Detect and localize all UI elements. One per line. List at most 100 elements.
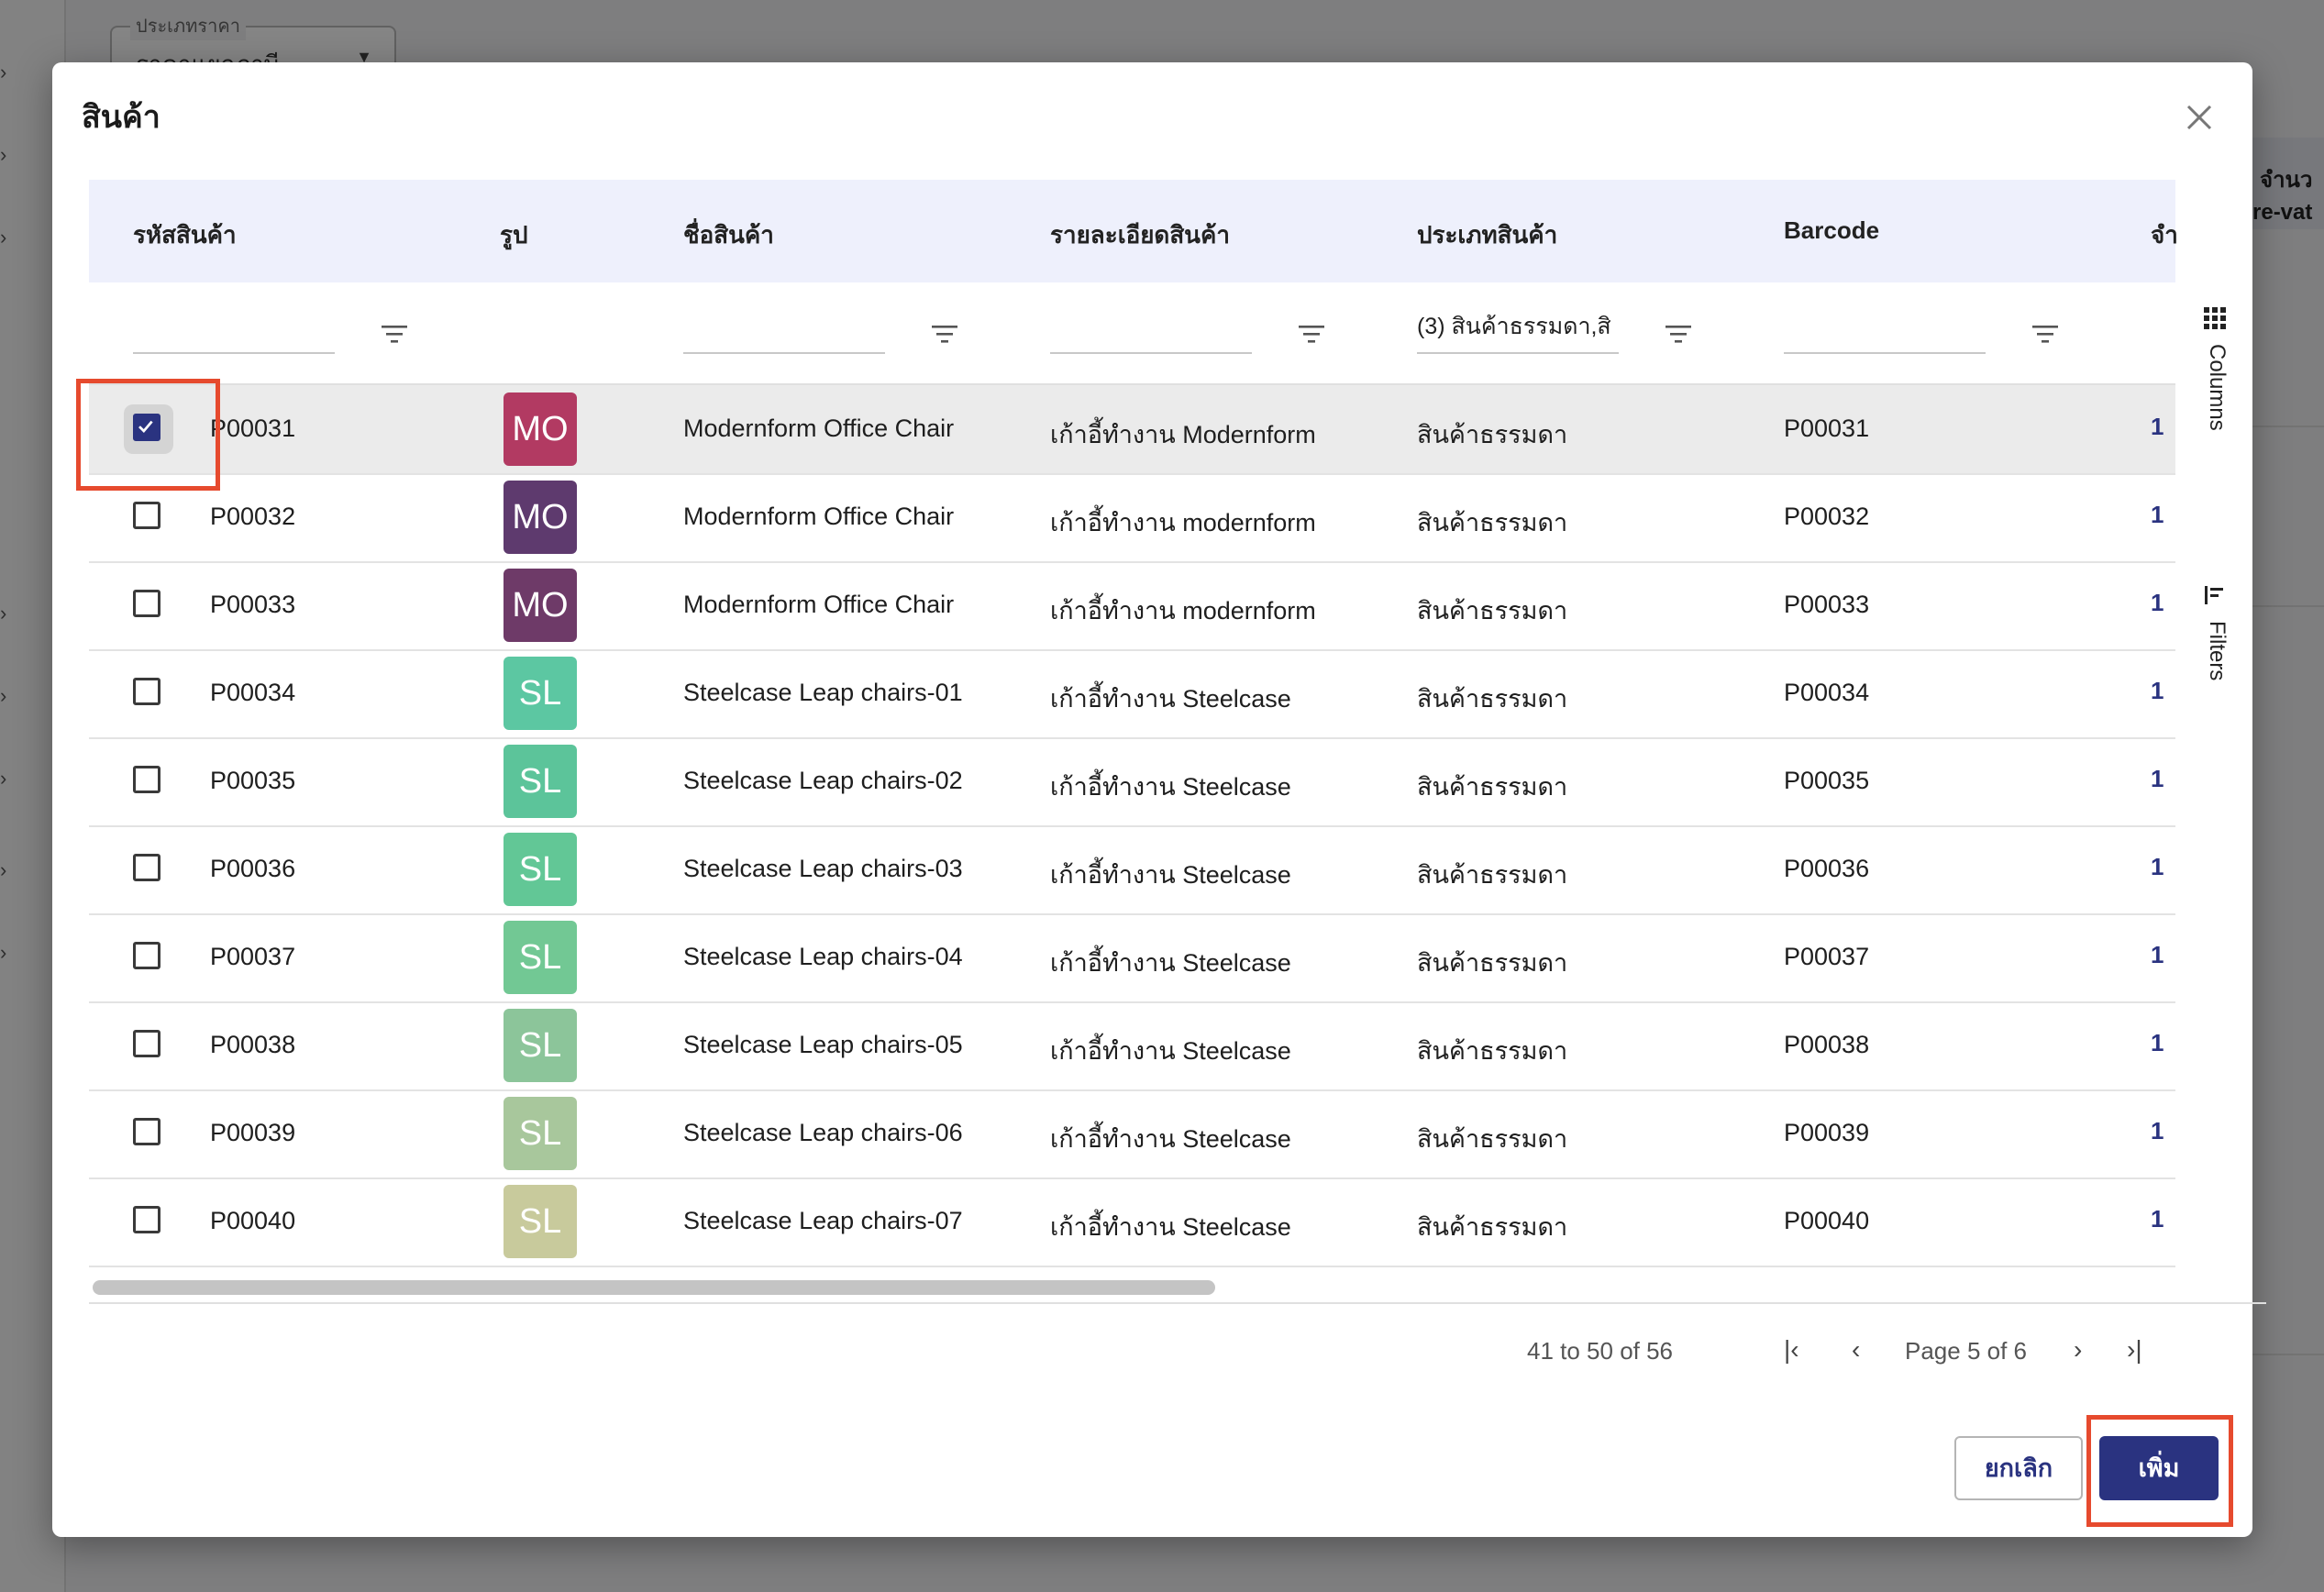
filter-input-type[interactable] [1417,352,1619,354]
highlight-box-add-button [2086,1415,2233,1527]
grid-header: รหัสสินค้า รูป ชื่อสินค้า รายละเอียดสินค… [89,180,2178,282]
cell-name: Modernform Office Chair [683,415,955,442]
product-avatar: MO [504,392,577,466]
row-checkbox[interactable] [133,590,160,617]
cell-barcode: P00031 [1784,415,1870,442]
filter-icon[interactable] [381,323,408,345]
row-checkbox[interactable] [133,678,160,705]
cell-code: P00036 [210,855,296,882]
filter-row: (3) สินค้าธรรมดา,สิ [89,282,2175,385]
filter-input-barcode[interactable] [1784,352,1986,354]
horizontal-scrollbar[interactable] [89,1271,2266,1304]
cell-type: สินค้าธรรมดา [1417,421,1568,448]
cell-type: สินค้าธรรมดา [1417,1037,1568,1065]
cell-code: P00039 [210,1119,296,1146]
last-page-icon[interactable]: ›| [2127,1335,2142,1365]
filter-icon[interactable] [931,323,958,345]
cell-code: P00040 [210,1207,296,1234]
cell-name: Steelcase Leap chairs-01 [683,679,962,706]
column-header-image[interactable]: รูป [500,216,527,254]
cell-barcode: P00037 [1784,943,1870,970]
filters-label: Filters [2205,621,2230,681]
table-row[interactable]: P00033 MO Modernform Office Chair เก้าอี… [89,561,2175,651]
product-avatar: SL [504,1185,577,1258]
cell-detail: เก้าอี้ทำงาน Steelcase [1050,685,1291,713]
cell-qty: 1 [2151,1117,2164,1144]
cell-type: สินค้าธรรมดา [1417,509,1568,536]
cell-code: P00032 [210,503,296,530]
column-header-qty[interactable]: จำ [2151,216,2178,254]
cell-qty: 1 [2151,853,2164,880]
table-row[interactable]: P00035 SL Steelcase Leap chairs-02 เก้าอ… [89,737,2175,827]
product-avatar: SL [504,1009,577,1082]
cell-barcode: P00036 [1784,855,1870,882]
filter-lines-icon [2205,586,2223,604]
column-header-barcode[interactable]: Barcode [1784,216,1879,245]
table-row[interactable]: P00036 SL Steelcase Leap chairs-03 เก้าอ… [89,825,2175,915]
grid-icon [2204,307,2226,329]
product-avatar: SL [504,921,577,994]
column-header-name[interactable]: ชื่อสินค้า [683,216,774,254]
filter-icon[interactable] [2031,323,2059,345]
cell-barcode: P00035 [1784,767,1870,794]
cell-barcode: P00038 [1784,1031,1870,1058]
table-row[interactable]: P00034 SL Steelcase Leap chairs-01 เก้าอ… [89,649,2175,739]
first-page-icon[interactable]: |‹ [1784,1335,1799,1365]
product-picker-dialog: สินค้า รหัสสินค้า รูป ชื่อสินค้า รายละเอ… [52,62,2266,1537]
row-checkbox[interactable] [133,1206,160,1233]
cancel-button[interactable]: ยกเลิก [1954,1436,2083,1500]
cell-name: Steelcase Leap chairs-02 [683,767,962,794]
column-header-type[interactable]: ประเภทสินค้า [1417,216,1557,254]
product-avatar: SL [504,745,577,818]
product-avatar: SL [504,1097,577,1170]
cell-type: สินค้าธรรมดา [1417,861,1568,889]
cell-qty: 1 [2151,677,2164,704]
cell-detail: เก้าอี้ทำงาน Steelcase [1050,773,1291,801]
cell-type: สินค้าธรรมดา [1417,1125,1568,1153]
scrollbar-thumb[interactable] [93,1280,1215,1295]
filter-input-detail[interactable] [1050,352,1252,354]
cell-code: P00038 [210,1031,296,1058]
cell-code: P00034 [210,679,296,706]
filters-panel-toggle[interactable]: Filters [2197,583,2233,680]
product-avatar: MO [504,569,577,642]
dialog-title: สินค้า [82,100,160,135]
cell-detail: เก้าอี้ทำงาน Steelcase [1050,949,1291,977]
table-row[interactable]: P00037 SL Steelcase Leap chairs-04 เก้าอ… [89,913,2175,1003]
filter-icon[interactable] [1665,323,1692,345]
table-row[interactable]: P00031 MO Modernform Office Chair เก้าอี… [89,385,2175,475]
column-header-detail[interactable]: รายละเอียดสินค้า [1050,216,1230,254]
previous-page-icon[interactable]: ‹ [1852,1335,1860,1365]
row-checkbox[interactable] [133,854,160,881]
cell-qty: 1 [2151,1205,2164,1233]
row-checkbox[interactable] [133,766,160,793]
columns-panel-toggle[interactable]: Columns [2197,306,2233,431]
cell-type: สินค้าธรรมดา [1417,773,1568,801]
cell-name: Steelcase Leap chairs-05 [683,1031,962,1058]
table-row[interactable]: P00040 SL Steelcase Leap chairs-07 เก้าอ… [89,1177,2175,1267]
filter-input-code[interactable] [133,352,335,354]
table-row[interactable]: P00032 MO Modernform Office Chair เก้าอี… [89,473,2175,563]
row-checkbox[interactable] [133,1118,160,1145]
column-header-code[interactable]: รหัสสินค้า [133,216,237,254]
pagination-range: 41 to 50 of 56 [1527,1337,1674,1365]
next-page-icon[interactable]: › [2074,1335,2082,1365]
row-checkbox[interactable] [133,942,160,969]
cell-type: สินค้าธรรมดา [1417,685,1568,713]
cell-detail: เก้าอี้ทำงาน modernform [1050,509,1316,536]
row-checkbox[interactable] [133,502,160,529]
cell-name: Steelcase Leap chairs-07 [683,1207,962,1234]
cell-code: P00035 [210,767,296,794]
table-row[interactable]: P00038 SL Steelcase Leap chairs-05 เก้าอ… [89,1001,2175,1091]
filter-icon[interactable] [1298,323,1325,345]
table-row[interactable]: P00039 SL Steelcase Leap chairs-06 เก้าอ… [89,1089,2175,1179]
cell-barcode: P00040 [1784,1207,1870,1234]
row-checkbox[interactable] [133,1030,160,1057]
cell-type: สินค้าธรรมดา [1417,949,1568,977]
cell-code: P00037 [210,943,296,970]
filter-value-type: (3) สินค้าธรรมดา,สิ [1417,314,1611,339]
filter-input-name[interactable] [683,352,885,354]
cell-name: Steelcase Leap chairs-06 [683,1119,962,1146]
close-icon[interactable] [2177,95,2221,139]
product-avatar: SL [504,833,577,906]
